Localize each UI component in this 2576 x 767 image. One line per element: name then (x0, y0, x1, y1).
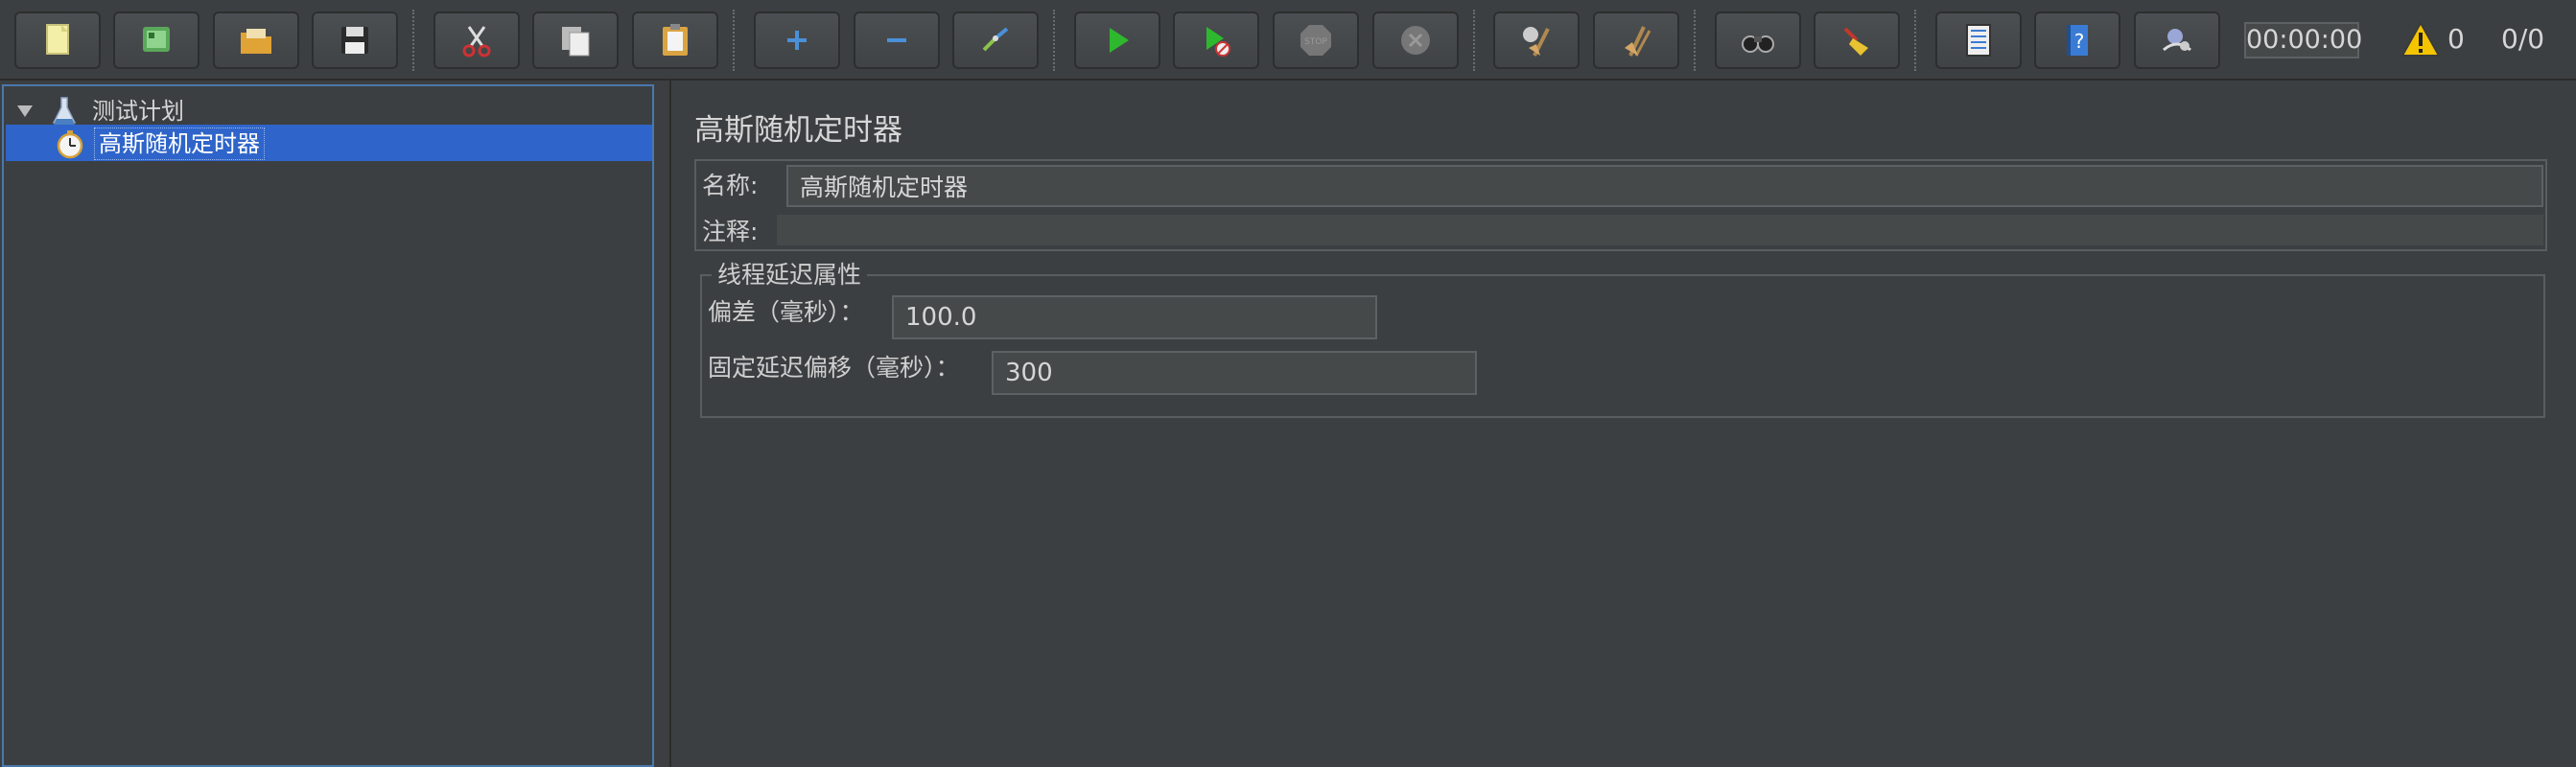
copy-icon (562, 27, 590, 57)
tree-node-test-plan[interactable]: 测试计划 (13, 94, 188, 128)
cut-icon (462, 26, 491, 58)
constant-delay-offset-input[interactable] (992, 351, 1477, 395)
remote-icon (2163, 29, 2191, 52)
reset-search-icon (1843, 27, 1868, 56)
function-helper-button[interactable] (1935, 12, 2022, 69)
templates-button[interactable] (113, 12, 199, 69)
separator (1914, 10, 1916, 71)
save-icon (341, 27, 368, 54)
stop-button[interactable]: STOP (1273, 12, 1359, 69)
test-plan-tree[interactable]: 测试计划 高斯随机定时器 (2, 84, 654, 767)
expand-icon (787, 31, 807, 50)
svg-text:?: ? (2074, 30, 2085, 53)
separator (733, 10, 735, 71)
save-button[interactable] (312, 12, 398, 69)
timer-icon (57, 130, 83, 159)
search-icon (1742, 35, 1774, 53)
help-button[interactable]: ? (2034, 12, 2120, 69)
split-pane-divider[interactable] (656, 81, 671, 767)
deviation-input[interactable] (892, 295, 1377, 339)
svg-text:STOP: STOP (1304, 37, 1327, 47)
deviation-label: 偏差（毫秒）： (708, 298, 864, 326)
flask-icon (52, 97, 77, 125)
toggle-button[interactable] (952, 12, 1039, 69)
paste-button[interactable] (632, 12, 718, 69)
remote-button[interactable] (2134, 12, 2220, 69)
element-config-panel: 高斯随机定时器 名称: 注释: 线程延迟属性 偏差（毫秒）： 固定延迟偏移（毫秒… (673, 82, 2576, 767)
toolbar: STOP ? 00:00:00 0 0/0 (0, 0, 2576, 81)
tree-node-label: 高斯随机定时器 (94, 128, 265, 160)
search-button[interactable] (1715, 12, 1801, 69)
clear-all-button[interactable] (1593, 12, 1679, 69)
help-icon: ? (2067, 25, 2088, 56)
new-button[interactable] (14, 12, 101, 69)
stop-icon: STOP (1300, 25, 1331, 56)
shutdown-button[interactable] (1372, 12, 1459, 69)
tree-node-gaussian-timer[interactable]: 高斯随机定时器 (56, 127, 265, 161)
page-title: 高斯随机定时器 (694, 113, 902, 148)
separator (1053, 10, 1055, 71)
start-no-pauses-button[interactable] (1173, 12, 1259, 69)
reset-search-button[interactable] (1814, 12, 1900, 69)
open-icon (241, 29, 271, 54)
tree-node-label: 测试计划 (92, 98, 184, 125)
constant-delay-offset-label: 固定延迟偏移（毫秒）： (708, 354, 960, 382)
name-label: 名称: (702, 172, 759, 199)
paste-icon (663, 24, 688, 56)
warning-count[interactable]: 0 (2447, 21, 2465, 58)
jmeter-window: STOP ? 00:00:00 0 0/0 测试计划 高斯随机定时器 高斯随机定… (0, 0, 2576, 767)
start-button[interactable] (1074, 12, 1160, 69)
tree-expand-icon[interactable] (13, 100, 36, 123)
new-icon (46, 24, 69, 55)
toggle-icon (982, 27, 1009, 52)
comment-label: 注释: (702, 218, 759, 245)
separator (412, 10, 414, 71)
name-comment-section: 名称: 注释: (694, 159, 2547, 251)
function-helper-icon (1966, 24, 1991, 57)
comment-input[interactable] (777, 215, 2543, 245)
collapse-all-button[interactable] (854, 12, 940, 69)
clear-icon (1523, 27, 1550, 57)
templates-icon (143, 27, 170, 52)
thread-delay-properties-group: 线程延迟属性 偏差（毫秒）： 固定延迟偏移（毫秒）： (700, 259, 2545, 418)
expand-all-button[interactable] (754, 12, 840, 69)
elapsed-timer: 00:00:00 (2244, 22, 2362, 58)
warning-icon (2400, 21, 2441, 57)
open-button[interactable] (213, 12, 299, 69)
start-icon (1110, 28, 1129, 53)
copy-button[interactable] (532, 12, 619, 69)
active-thread-count: 0/0 (2501, 23, 2545, 55)
cut-button[interactable] (433, 12, 520, 69)
separator (1473, 10, 1475, 71)
clear-button[interactable] (1493, 12, 1580, 69)
group-title: 线程延迟属性 (712, 259, 868, 291)
collapse-icon (887, 38, 906, 42)
clear-all-icon (1625, 26, 1651, 57)
shutdown-icon (1401, 26, 1430, 55)
start-no-pauses-icon (1206, 27, 1230, 57)
name-input[interactable] (786, 165, 2543, 207)
separator (1694, 10, 1696, 71)
